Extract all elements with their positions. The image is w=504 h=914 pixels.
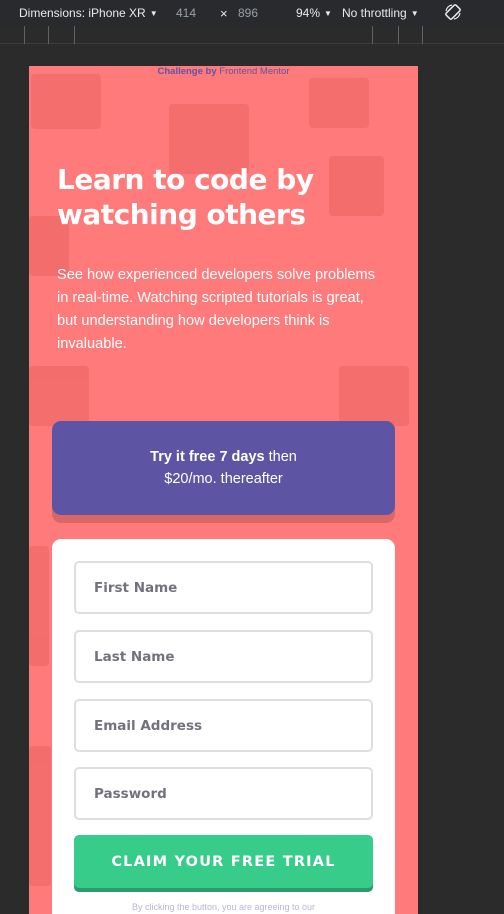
viewport-height-input[interactable]: 896 — [238, 6, 258, 20]
promo-rest: then — [264, 449, 297, 465]
media-query-ruler — [0, 26, 504, 44]
promo-line-1: Try it free 7 days then — [52, 446, 395, 468]
signup-form: CLAIM YOUR FREE TRIAL By clicking the bu… — [52, 539, 395, 914]
terms-text: By clicking the button, you are agreeing… — [131, 902, 316, 912]
times-icon: × — [220, 5, 228, 21]
rotate-icon[interactable] — [444, 3, 462, 24]
chevron-down-icon: ▼ — [410, 8, 419, 18]
throttling-label: No throttling — [342, 6, 407, 20]
viewport-width-input[interactable]: 414 — [176, 6, 196, 20]
last-name-input[interactable] — [94, 648, 371, 665]
hero-lead: See how experienced developers solve pro… — [57, 267, 376, 352]
device-viewport: Challenge by Frontend Mentor Learn to co… — [0, 44, 504, 914]
first-name-input[interactable] — [94, 579, 371, 596]
frontend-mentor-link[interactable]: Frontend Mentor — [219, 66, 289, 77]
landing-page: Challenge by Frontend Mentor Learn to co… — [29, 66, 418, 914]
password-input[interactable] — [94, 785, 371, 802]
email-field — [74, 699, 373, 752]
device-dimensions-label: Dimensions: iPhone XR — [19, 6, 146, 20]
attribution-prefix: Challenge by — [157, 66, 217, 77]
promo-banner: Try it free 7 days then $20/mo. thereaft… — [52, 421, 395, 515]
chevron-down-icon: ▼ — [149, 8, 158, 18]
first-name-field — [74, 561, 373, 614]
last-name-field — [74, 630, 373, 683]
attribution: Challenge by Frontend Mentor — [29, 66, 418, 77]
hero-headline: Learn to code by watching others — [57, 163, 314, 231]
promo-bold: Try it free 7 days — [150, 449, 265, 465]
password-field — [74, 767, 373, 820]
zoom-label: 94% — [296, 6, 321, 20]
chevron-down-icon: ▼ — [324, 8, 332, 18]
device-dimensions-dropdown[interactable]: Dimensions: iPhone XR ▼ — [19, 6, 158, 20]
promo-line-2: $20/mo. thereafter — [164, 471, 283, 487]
devtools-device-toolbar: Dimensions: iPhone XR ▼ 414 × 896 94% ▼ … — [0, 0, 504, 26]
throttling-dropdown[interactable]: No throttling ▼ — [342, 6, 419, 20]
zoom-dropdown[interactable]: 94% ▼ — [296, 6, 332, 20]
email-input[interactable] — [94, 717, 371, 734]
claim-trial-button[interactable]: CLAIM YOUR FREE TRIAL — [74, 835, 373, 888]
